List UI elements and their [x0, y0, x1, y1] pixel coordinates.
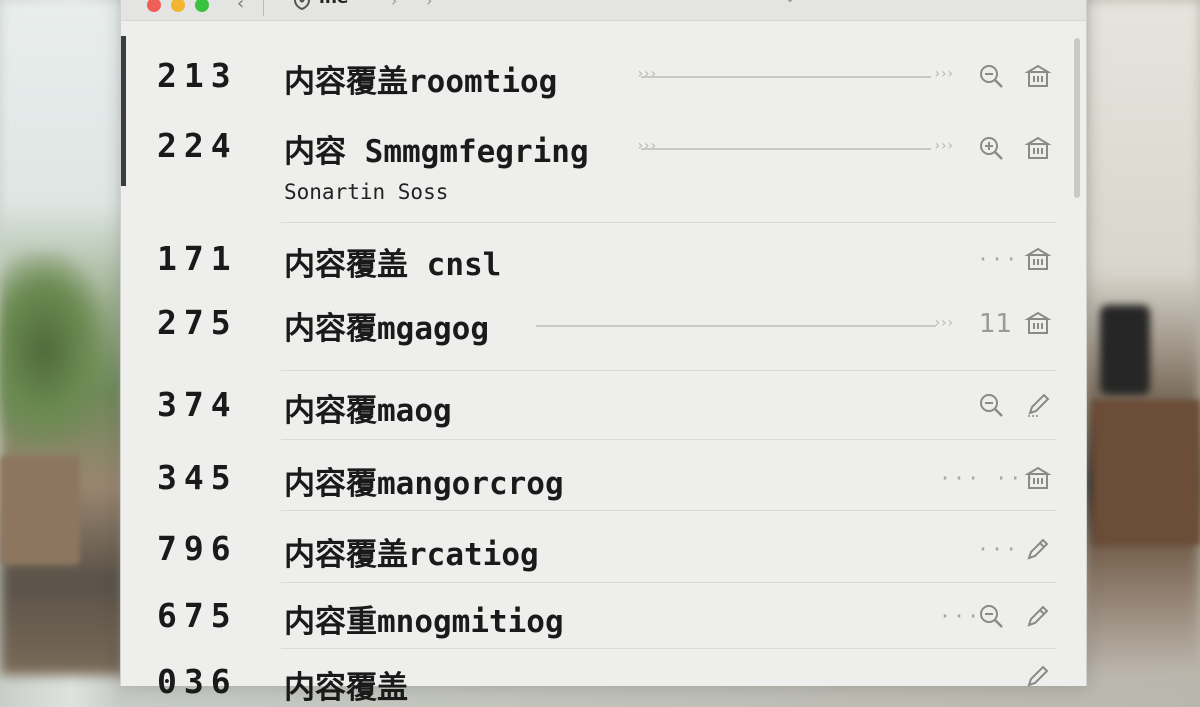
back-button[interactable]: ‹	[237, 0, 259, 16]
arrow-icon: ›››	[933, 315, 954, 331]
item-number: 171	[157, 239, 238, 278]
divider	[281, 510, 1056, 511]
edit-icon[interactable]	[1024, 391, 1054, 421]
background-shelf	[1092, 400, 1200, 545]
item-number: 224	[157, 126, 238, 165]
zoom-window-button[interactable]	[195, 0, 209, 12]
connector-line	[641, 76, 931, 78]
item-count: 11	[979, 309, 1013, 339]
divider	[281, 222, 1056, 223]
item-number: 675	[157, 596, 238, 635]
shield-icon	[293, 0, 311, 14]
item-number: 796	[157, 529, 238, 568]
window-title: ine	[319, 0, 348, 8]
item-title: 内容覆盖roomtiog	[284, 64, 558, 100]
title-bar: ‹ ine › › ··· ···	[121, 0, 1086, 21]
scrollbar-thumb[interactable]	[1074, 38, 1080, 198]
more-icon[interactable]: ··· ···	[939, 466, 1037, 490]
more-button[interactable]: ···	[987, 0, 1005, 8]
search-icon[interactable]	[977, 602, 1007, 632]
selection-indicator	[121, 36, 126, 186]
divider	[281, 582, 1056, 583]
forward-button[interactable]: ›	[391, 0, 397, 10]
item-number: 374	[157, 385, 238, 424]
more-icon[interactable]: ···	[977, 247, 1019, 271]
more-button-secondary[interactable]: ···	[1025, 0, 1043, 8]
search-icon[interactable]	[977, 134, 1007, 164]
minimize-window-button[interactable]	[171, 0, 185, 12]
item-title: 内容覆mangorcrog	[284, 466, 564, 502]
arrow-icon: ›››	[933, 138, 954, 154]
edit-icon[interactable]	[1024, 602, 1054, 632]
arrow-icon: ›››	[636, 138, 657, 154]
background-pot	[0, 455, 80, 565]
app-window: ‹ ine › › ··· ··· 213 内容覆盖roomtiog ››› ›…	[120, 0, 1087, 706]
archive-icon[interactable]	[1024, 134, 1054, 164]
item-title: 内容覆盖	[284, 670, 408, 706]
item-title: 内容覆mgagog	[284, 311, 489, 347]
more-icon[interactable]: ···	[977, 537, 1019, 561]
divider	[281, 648, 1056, 649]
divider	[281, 439, 1056, 440]
arrow-icon: ›››	[933, 66, 954, 82]
item-title: 内容覆盖rcatiog	[284, 537, 539, 573]
divider	[281, 370, 1056, 371]
background-plant	[0, 250, 110, 450]
edit-icon[interactable]	[1024, 535, 1054, 565]
search-icon[interactable]	[977, 62, 1007, 92]
item-number: 345	[157, 458, 238, 497]
item-number: 036	[157, 662, 238, 701]
toolbar-divider	[263, 0, 264, 16]
item-title: 内容覆maog	[284, 393, 452, 429]
archive-icon[interactable]	[1024, 245, 1054, 275]
edit-icon[interactable]	[1024, 662, 1054, 692]
archive-icon[interactable]	[1024, 464, 1054, 494]
forward-button-secondary[interactable]: ›	[426, 0, 432, 10]
connector-line	[536, 325, 936, 327]
chevron-down-icon[interactable]	[783, 0, 797, 9]
item-title: 内容重mnogmitiog	[284, 604, 564, 640]
more-icon[interactable]: ···	[939, 604, 981, 628]
archive-icon[interactable]	[1024, 62, 1054, 92]
arrow-icon: ›››	[636, 66, 657, 82]
item-title: 内容覆盖 cnsl	[284, 247, 502, 283]
archive-icon[interactable]	[1024, 309, 1054, 339]
item-subtitle: Sonartin Soss	[284, 180, 449, 204]
item-title: 内容 Smmgmfegring	[284, 134, 589, 170]
search-icon[interactable]	[977, 391, 1007, 421]
close-window-button[interactable]	[147, 0, 161, 12]
background-speaker	[1100, 305, 1150, 395]
connector-line	[641, 148, 931, 150]
item-number: 213	[157, 56, 238, 95]
item-number: 275	[157, 303, 238, 342]
